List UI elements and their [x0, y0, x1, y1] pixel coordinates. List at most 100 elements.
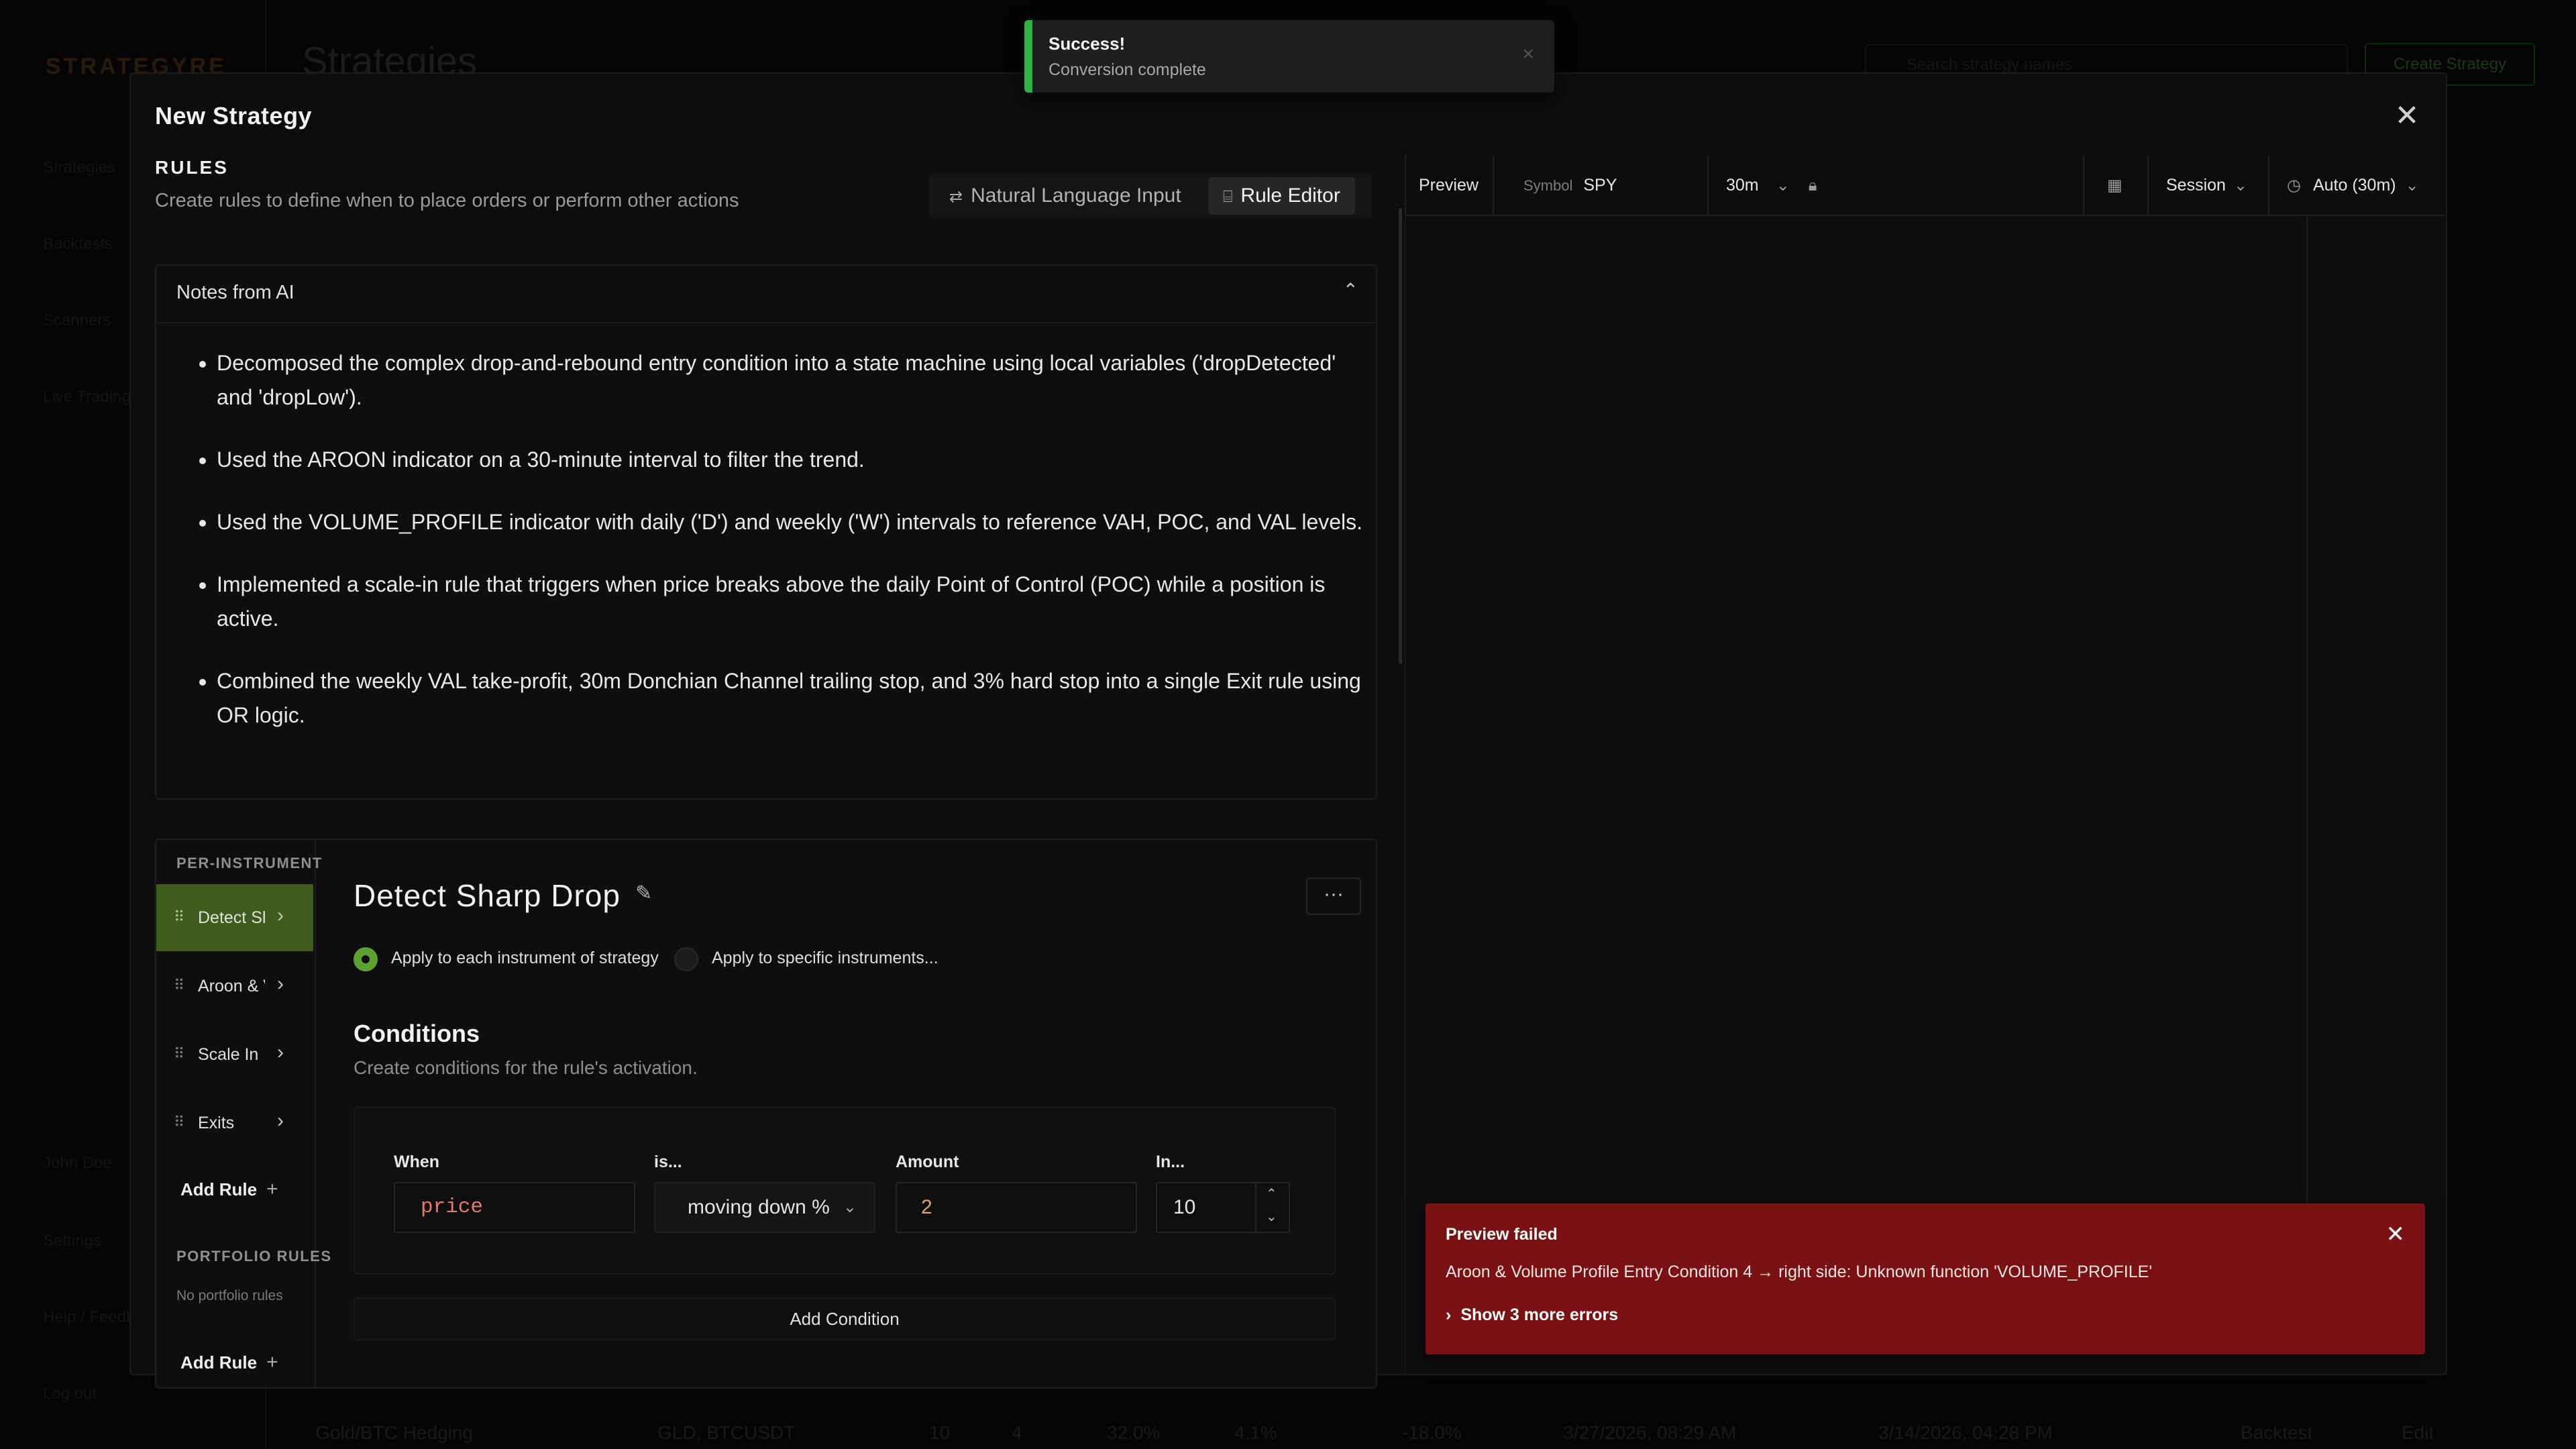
rule-item-label: Scale In: [198, 1045, 259, 1064]
chevron-right-icon: ›: [277, 1110, 284, 1132]
list-item: Decomposed the complex drop-and-rebound …: [217, 346, 1371, 415]
rule-item-scale-in[interactable]: ⠿ Scale In ›: [156, 1021, 313, 1088]
bg-row-edit: Edit: [2402, 1422, 2434, 1443]
list-item: Used the AROON indicator on a 30-minute …: [217, 443, 1371, 477]
rules-subtitle: Create rules to define when to place ord…: [155, 190, 739, 211]
divider: [2083, 156, 2084, 215]
operator-select[interactable]: moving down % ⌄: [654, 1182, 875, 1233]
toast-title: Success!: [1049, 34, 1126, 54]
add-rule-label: Add Rule: [180, 1352, 258, 1373]
no-portfolio-rules-text: No portfolio rules: [176, 1288, 283, 1303]
scrollbar[interactable]: [1399, 208, 1402, 664]
ai-notes-title: Notes from AI: [176, 282, 294, 303]
add-condition-button[interactable]: Add Condition: [354, 1297, 1336, 1340]
conditions-title: Conditions: [354, 1020, 480, 1047]
chevron-right-icon: ›: [277, 973, 284, 995]
chevron-up-icon[interactable]: ⌃: [1266, 1187, 1277, 1201]
toast-message: Conversion complete: [1049, 60, 1206, 79]
in-label: In...: [1156, 1152, 1185, 1171]
chevron-right-icon: ›: [277, 904, 284, 926]
error-message: Aroon & Volume Profile Entry Condition 4…: [1446, 1263, 2153, 1281]
when-input[interactable]: price: [394, 1182, 635, 1233]
rule-item-aroon[interactable]: ⠿ Aroon & Volume Profile Entry ›: [156, 953, 313, 1020]
preview-toolbar: Preview Symbol SPY 30m ⌄ 🔒︎ ▦ Session ⌄ ◷ Aut…: [1405, 156, 2445, 216]
lock-icon[interactable]: 🔒︎: [1809, 176, 1817, 195]
divider: [2147, 156, 2149, 215]
bg-row-instruments: GLD, BTCUSDT: [657, 1422, 796, 1443]
bg-row-cell: 4: [1012, 1422, 1022, 1443]
symbol-field[interactable]: Symbol SPY: [1523, 156, 1617, 215]
when-label: When: [394, 1152, 440, 1171]
more-options-button[interactable]: ···: [1306, 877, 1361, 915]
session-label: Session: [2166, 176, 2226, 195]
close-icon[interactable]: ✕: [2392, 101, 2422, 131]
show-more-errors-button[interactable]: › Show 3 more errors: [1446, 1305, 1618, 1325]
rule-list: PER-INSTRUMENT ⠿ Detect Sharp Drop › ⠿ A…: [156, 840, 331, 1387]
bg-nav-item: Strategies: [43, 158, 116, 176]
symbol-label: Symbol: [1523, 177, 1573, 194]
show-more-label: Show 3 more errors: [1460, 1305, 1619, 1324]
bg-nav-item: John Doe: [43, 1154, 112, 1172]
bg-nav-item: Scanners: [43, 311, 111, 329]
rule-item-exits[interactable]: ⠿ Exits ›: [156, 1089, 313, 1157]
chevron-up-icon[interactable]: ⌃: [1343, 279, 1358, 301]
add-rule-button[interactable]: Add Rule +: [180, 1178, 278, 1201]
chevron-down-icon: ⌄: [2233, 176, 2248, 195]
chevron-down-icon[interactable]: ⌄: [1266, 1210, 1277, 1224]
drag-handle-icon[interactable]: ⠿: [174, 1114, 184, 1131]
close-icon[interactable]: ×: [1522, 43, 1534, 66]
bg-row-cell: 10: [929, 1422, 951, 1443]
rule-editor-tab[interactable]: ⌸ Rule Editor: [1208, 177, 1355, 215]
in-stepper[interactable]: 10 ⌃ ⌄: [1156, 1182, 1290, 1233]
session-select[interactable]: Session ⌄: [2166, 156, 2247, 215]
translate-icon: ⇄: [949, 188, 963, 206]
add-portfolio-rule-button[interactable]: Add Rule +: [180, 1351, 278, 1374]
calendar-icon[interactable]: ▦: [2107, 156, 2123, 215]
drag-handle-icon[interactable]: ⠿: [174, 1045, 184, 1063]
drag-handle-icon[interactable]: ⠿: [174, 977, 184, 994]
bg-row-backtest: Backtest: [2241, 1422, 2313, 1443]
rule-item-label: Aroon & Volume Profile Entry: [198, 977, 265, 996]
drag-handle-icon[interactable]: ⠿: [174, 908, 184, 926]
amount-label: Amount: [896, 1152, 959, 1171]
rules-heading: RULES: [155, 157, 229, 178]
plus-icon: +: [266, 1351, 278, 1373]
chevron-down-icon: ⌄: [843, 1198, 857, 1216]
auto-interval-select[interactable]: ◷ Auto (30m) ⌄: [2287, 156, 2419, 215]
ai-notes-list: Decomposed the complex drop-and-rebound …: [183, 346, 1371, 761]
scope-specific-radio[interactable]: [674, 947, 698, 971]
list-item: Implemented a scale-in rule that trigger…: [217, 568, 1371, 636]
tab-preview[interactable]: Preview: [1419, 156, 1479, 215]
divider: [156, 322, 1376, 323]
condition-row: When price is... moving down % ⌄ Amount …: [354, 1107, 1336, 1275]
amount-input[interactable]: 2: [896, 1182, 1137, 1233]
scope-each-label[interactable]: Apply to each instrument of strategy: [391, 949, 659, 968]
divider: [1493, 156, 1494, 215]
is-label: is...: [654, 1152, 682, 1171]
close-icon[interactable]: ✕: [2386, 1221, 2406, 1248]
modal-title: New Strategy: [155, 102, 313, 129]
plus-icon: +: [266, 1178, 278, 1200]
operator-value: moving down %: [688, 1196, 830, 1218]
bg-nav-item: Log out: [43, 1385, 97, 1403]
pencil-icon[interactable]: ✎: [635, 881, 652, 905]
interval-select[interactable]: 30m ⌄ 🔒︎: [1726, 156, 1817, 215]
rule-detail: Detect Sharp Drop ✎ ··· Apply to each in…: [315, 840, 1376, 1387]
bg-nav-item: Settings: [43, 1232, 101, 1250]
natural-language-tab[interactable]: ⇄ Natural Language Input: [934, 177, 1196, 215]
divider: [2268, 156, 2269, 215]
preview-chart-area[interactable]: [1405, 216, 2445, 1374]
add-rule-label: Add Rule: [180, 1179, 258, 1199]
ai-notes-panel: Notes from AI ⌃ Decomposed the complex d…: [155, 264, 1377, 800]
bg-row-cell: 32.0%: [1107, 1422, 1161, 1443]
scope-each-radio[interactable]: [354, 947, 378, 971]
per-instrument-heading: PER-INSTRUMENT: [176, 855, 323, 871]
rule-item-detect-sharp-drop[interactable]: ⠿ Detect Sharp Drop ›: [156, 884, 313, 951]
rule-item-label: Detect Sharp Drop: [198, 908, 265, 927]
error-title: Preview failed: [1446, 1225, 1558, 1244]
bg-row-name: Gold/BTC Hedging: [315, 1422, 474, 1443]
scope-specific-label[interactable]: Apply to specific instruments...: [712, 949, 938, 968]
bg-row-cell: -18.0%: [1402, 1422, 1462, 1443]
preview-error-panel: Preview failed ✕ Aroon & Volume Profile …: [1426, 1203, 2425, 1354]
bg-nav-item: Live Trading: [43, 388, 131, 406]
